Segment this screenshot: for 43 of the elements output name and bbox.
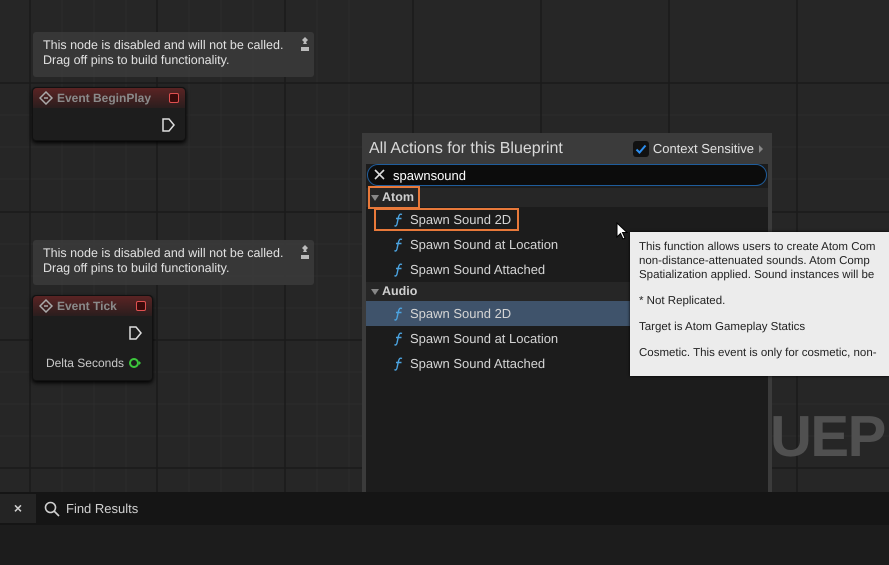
delegate-pin-icon[interactable] xyxy=(169,93,179,103)
tooltip-text: Cosmetic. This event is only for cosmetic, non- xyxy=(639,346,878,360)
event-diamond-icon xyxy=(39,91,53,105)
pin-label: Delta Seconds xyxy=(46,355,124,372)
menu-title: All Actions for this Blueprint xyxy=(369,138,564,158)
action-item[interactable]: Spawn Sound at Location xyxy=(376,235,564,254)
comment-bubble: This node is disabled and will not be called. Drag off pins to build functionality. xyxy=(33,32,314,77)
function-icon xyxy=(394,306,404,320)
tooltip-text: Target is Atom Gameplay Statics xyxy=(639,320,806,334)
action-item[interactable]: Spawn Sound 2D xyxy=(376,210,518,229)
category-header[interactable]: Audio xyxy=(370,282,422,301)
function-icon xyxy=(394,332,404,346)
action-item[interactable]: Spawn Sound at Location xyxy=(376,329,564,348)
delegate-pin-icon[interactable] xyxy=(136,301,146,311)
node-title: Event Tick xyxy=(57,298,118,315)
pin-icon[interactable] xyxy=(300,244,310,260)
function-icon xyxy=(394,238,404,252)
expand-caret-icon xyxy=(370,194,380,202)
exec-pin-icon[interactable] xyxy=(161,118,175,132)
action-item[interactable]: Spawn Sound Attached xyxy=(376,354,552,373)
function-icon xyxy=(394,212,404,226)
search-icon xyxy=(44,500,60,516)
tooltip-text: This function allows users to create Atom Com non-distance-attenuated sounds. Atom Comp Spatialization applied. Sound instances will be xyxy=(639,240,876,282)
category-header[interactable]: Atom xyxy=(370,188,418,207)
function-icon xyxy=(394,262,404,276)
caret-icon[interactable] xyxy=(758,144,764,154)
clear-icon[interactable] xyxy=(374,169,385,180)
action-item[interactable]: Spawn Sound Attached xyxy=(376,260,552,279)
exec-pin-icon[interactable] xyxy=(128,326,142,340)
function-icon xyxy=(394,356,404,370)
find-results-tab[interactable]: Find Results xyxy=(36,498,138,518)
search-field[interactable]: spawnsound xyxy=(367,164,767,186)
checkbox-label: Context Sensitive xyxy=(652,140,754,158)
pin-icon[interactable] xyxy=(300,36,310,52)
comment-bubble: This node is disabled and will not be called. Drag off pins to build functionality. xyxy=(33,240,314,285)
checkbox[interactable] xyxy=(632,140,649,156)
mouse-cursor-icon xyxy=(616,222,628,240)
expand-caret-icon xyxy=(370,288,380,296)
close-tab-button[interactable]: × xyxy=(0,494,36,523)
tooltip-text: * Not Replicated. xyxy=(639,294,726,308)
event-diamond-icon xyxy=(39,299,53,313)
node-title: Event BeginPlay xyxy=(57,90,152,107)
float-pin-icon[interactable] xyxy=(128,357,142,369)
